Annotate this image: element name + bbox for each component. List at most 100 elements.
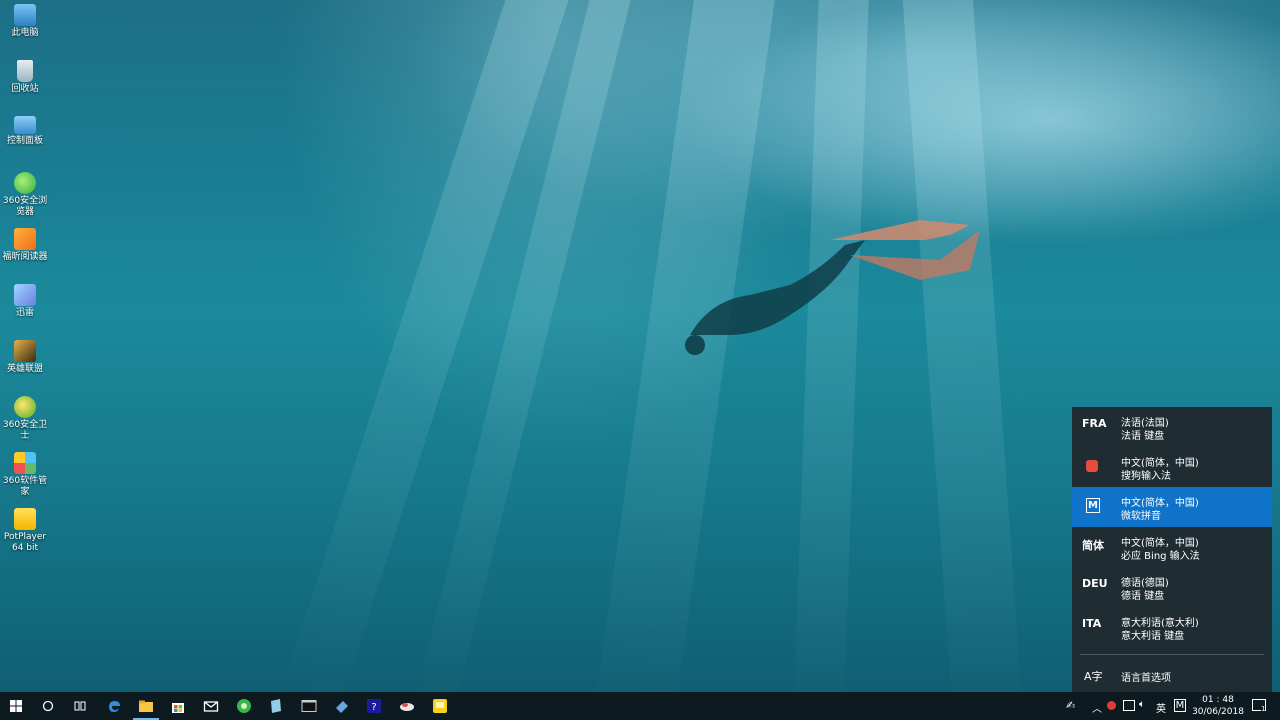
language-code: DEU xyxy=(1082,577,1108,590)
desktop-icon-label: 福昕阅读器 xyxy=(2,252,48,262)
clock-date: 30/06/2018 xyxy=(1192,707,1244,717)
taskbar-clock[interactable]: 01 : 48 30/06/2018 xyxy=(1188,694,1248,718)
potplayer-icon xyxy=(433,699,447,713)
pen-workspace-icon[interactable]: ✍ xyxy=(1066,699,1075,712)
edge-icon xyxy=(109,701,120,712)
desktop-icon-foxit-reader[interactable]: 福昕阅读器 xyxy=(0,224,50,263)
language-name: 德语(德国) xyxy=(1121,578,1169,589)
ime-indicator[interactable]: M xyxy=(1174,699,1186,712)
desktop-icon-label: 360安全卫士 xyxy=(2,420,48,441)
taskbar-app-notepad[interactable] xyxy=(260,692,292,720)
search-button[interactable] xyxy=(32,692,64,720)
taskbar-app-360-browser[interactable] xyxy=(228,692,260,720)
network-icon[interactable] xyxy=(1123,700,1135,711)
notification-count-badge: 1 xyxy=(1261,705,1266,713)
language-item-microsoft-pinyin[interactable]: M 中文(简体，中国) 微软拼音 xyxy=(1072,487,1272,527)
360-browser-icon xyxy=(237,699,251,713)
language-switcher-panel: FRA 法语(法国) 法语 键盘 中文(简体，中国) 搜狗输入法 M 中文(简体… xyxy=(1072,407,1272,692)
input-method-name: 必应 Bing 输入法 xyxy=(1121,551,1200,562)
desktop-icon-label: 360安全浏览器 xyxy=(2,196,48,217)
language-item-deu[interactable]: DEU 德语(德国) 德语 键盘 xyxy=(1072,567,1272,607)
input-method-name: 德语 键盘 xyxy=(1121,591,1165,602)
taskbar-app-file-explorer[interactable] xyxy=(130,692,162,720)
language-item-sogou[interactable]: 中文(简体，中国) 搜狗输入法 xyxy=(1072,447,1272,487)
language-preferences-icon: A字 xyxy=(1084,670,1103,683)
volume-icon[interactable]: 🔈︎ xyxy=(1139,699,1145,710)
language-name: 法语(法国) xyxy=(1121,418,1169,429)
desktop-icon-360-safe-guard[interactable]: 360安全卫士 xyxy=(0,392,50,442)
desktop-icon-this-pc[interactable]: 此电脑 xyxy=(0,0,50,39)
swimmer-illustration xyxy=(685,220,980,355)
input-method-name: 意大利语 键盘 xyxy=(1121,631,1185,642)
desktop-icon-360-browser[interactable]: 360安全浏览器 xyxy=(0,168,50,218)
desktop-icon-potplayer[interactable]: PotPlayer 64 bit xyxy=(0,504,50,554)
language-item-fra[interactable]: FRA 法语(法国) 法语 键盘 xyxy=(1072,407,1272,447)
desktop-icon-recycle-bin[interactable]: 回收站 xyxy=(0,56,50,95)
desktop-icon-league-of-legends[interactable]: 英雄联盟 xyxy=(0,336,50,375)
taskbar-app-help[interactable]: ? xyxy=(358,692,390,720)
mail-icon xyxy=(203,701,219,712)
desktop-icon-label: 回收站 xyxy=(11,84,39,94)
language-preferences-label: 语言首选项 xyxy=(1121,673,1171,684)
search-icon xyxy=(42,700,54,712)
taskbar-app-cloud[interactable] xyxy=(391,692,423,720)
clock-time: 01 : 48 xyxy=(1202,695,1234,705)
language-item-ita[interactable]: ITA 意大利语(意大利) 意大利语 键盘 xyxy=(1072,607,1272,647)
file-explorer-icon xyxy=(139,700,153,712)
desktop-icon-label: 英雄联盟 xyxy=(6,364,43,374)
language-code: 简体 xyxy=(1082,539,1104,552)
language-name: 中文(简体，中国) xyxy=(1121,498,1199,509)
terminal-icon xyxy=(301,700,317,712)
antivirus-tray-icon[interactable] xyxy=(1107,701,1116,710)
desktop-icon-360-software-manager[interactable]: 360软件管家 xyxy=(0,448,50,498)
language-name: 意大利语(意大利) xyxy=(1121,618,1199,629)
taskbar-app-mail[interactable] xyxy=(195,692,227,720)
task-view-button[interactable] xyxy=(64,692,96,720)
ime-mode-indicator[interactable]: 英 xyxy=(1156,700,1166,715)
input-method-name: 法语 键盘 xyxy=(1121,431,1165,442)
language-name: 中文(简体，中国) xyxy=(1121,458,1199,469)
language-item-bing[interactable]: 简体 中文(简体，中国) 必应 Bing 输入法 xyxy=(1072,527,1272,567)
taskbar-app-generic[interactable] xyxy=(326,692,358,720)
360-software-manager-icon xyxy=(14,452,36,474)
desktop-icon-label: 控制面板 xyxy=(6,136,43,146)
this-pc-icon xyxy=(14,4,36,26)
360-safe-guard-icon xyxy=(14,396,36,418)
desktop-icon-label: PotPlayer 64 bit xyxy=(3,532,47,553)
task-view-icon xyxy=(74,701,86,711)
notepad-icon xyxy=(271,699,281,713)
notification-center-button[interactable]: 1 xyxy=(1252,699,1266,713)
taskbar-app-terminal[interactable] xyxy=(293,692,325,720)
xunlei-icon xyxy=(14,284,36,306)
help-icon: ? xyxy=(367,699,381,713)
show-hidden-icons-chevron-icon[interactable]: ︿ xyxy=(1092,700,1102,715)
recycle-bin-icon xyxy=(17,60,33,82)
desktop-icon-xunlei[interactable]: 迅雷 xyxy=(0,280,50,319)
foxit-reader-icon xyxy=(14,228,36,250)
360-browser-icon xyxy=(14,172,36,194)
league-of-legends-icon xyxy=(14,340,36,362)
desktop-icon-label: 此电脑 xyxy=(11,28,39,38)
desktop-icon-control-panel[interactable]: 控制面板 xyxy=(0,112,50,147)
language-preferences-link[interactable]: A字 语言首选项 xyxy=(1072,659,1272,691)
app-icon xyxy=(336,701,348,713)
cloud-app-icon xyxy=(400,703,414,711)
start-button[interactable] xyxy=(0,692,32,720)
svg-text:?: ? xyxy=(371,702,376,713)
taskbar-app-edge[interactable] xyxy=(98,692,130,720)
taskbar-app-potplayer[interactable] xyxy=(424,692,456,720)
input-method-name: 微软拼音 xyxy=(1121,511,1161,522)
input-method-name: 搜狗输入法 xyxy=(1121,471,1171,482)
potplayer-icon xyxy=(14,508,36,530)
start-icon xyxy=(10,700,22,712)
sogou-ime-icon xyxy=(1086,460,1098,472)
desktop-icon-label: 360软件管家 xyxy=(2,476,48,497)
store-icon xyxy=(172,703,184,713)
taskbar: ? ✍ ︿ 🔈︎ 英 M 1 01 : 48 30/06/2018 xyxy=(0,692,1280,720)
microsoft-pinyin-icon: M xyxy=(1086,498,1100,513)
control-panel-icon xyxy=(14,116,36,134)
language-code: ITA xyxy=(1082,617,1102,630)
divider xyxy=(1080,654,1264,655)
desktop-icon-label: 迅雷 xyxy=(15,308,34,318)
taskbar-app-store[interactable] xyxy=(162,692,194,720)
